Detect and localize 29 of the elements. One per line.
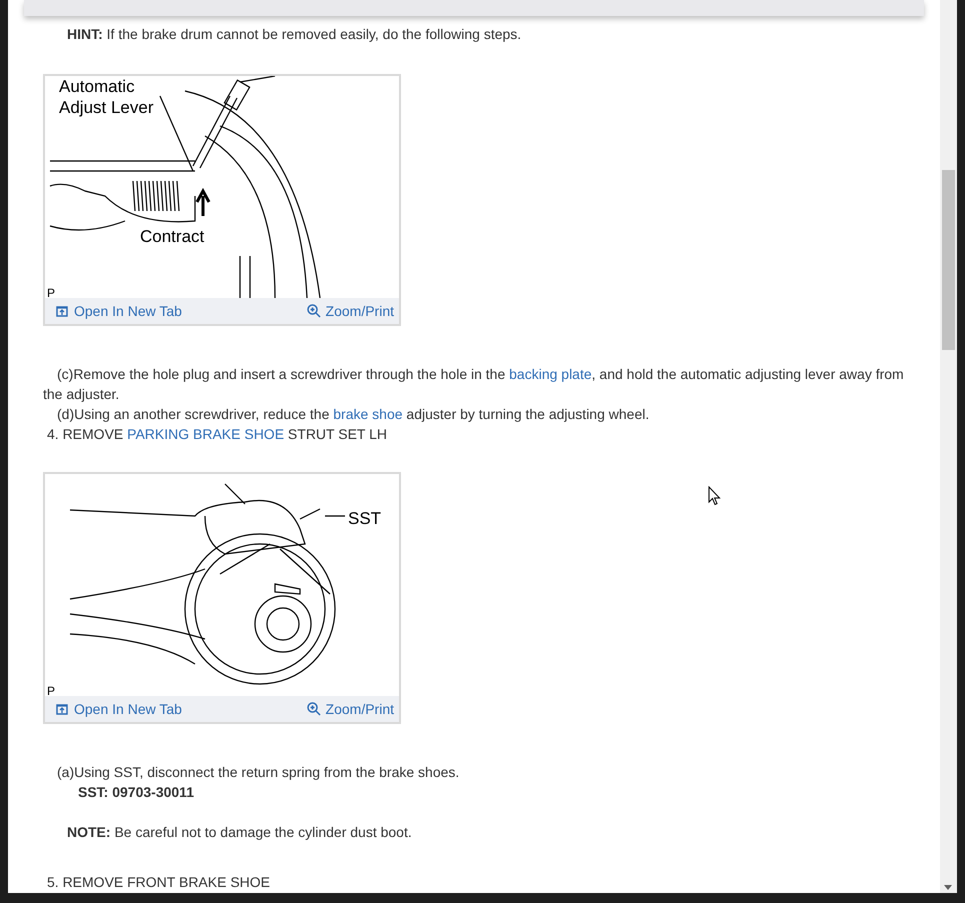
zoom-print-link[interactable]: Zoom/Print: [306, 698, 394, 720]
diagram-label: P: [47, 684, 56, 696]
tool-number: SST: 09703-30011: [77, 783, 195, 802]
step-text: (d)Using an another screwdriver, reduce the brake shoe adjuster by turning the adjusting wheel.: [56, 405, 650, 424]
scroll-down-arrow-icon[interactable]: [944, 885, 952, 890]
text-link[interactable]: brake shoe: [333, 406, 403, 422]
open-new-tab-link[interactable]: Open In New Tab: [55, 300, 182, 322]
scrollbar[interactable]: [940, 0, 957, 893]
zoom-in-icon: [306, 304, 321, 318]
mouse-pointer-icon: [708, 486, 721, 506]
zoom-in-icon: [306, 702, 321, 716]
note-text: NOTE: Be careful not to damage the cylinder dust boot.: [66, 823, 413, 842]
new-tab-icon: [55, 304, 69, 318]
scrollbar-thumb[interactable]: [942, 170, 955, 350]
open-new-tab-link[interactable]: Open In New Tab: [55, 698, 182, 720]
zoom-print-link[interactable]: Zoom/Print: [306, 300, 394, 322]
note-text: HINT: If the brake drum cannot be removed easily, do the following steps.: [66, 25, 522, 44]
step-text: (a)Using SST, disconnect the return spring from the brake shoes.: [56, 763, 460, 782]
heading-text: 5. REMOVE FRONT BRAKE SHOE: [46, 873, 272, 892]
text-link[interactable]: backing plate: [509, 366, 592, 382]
diagram-label: Contract: [140, 227, 204, 246]
diagram-label: Automatic: [59, 77, 135, 96]
heading-text: 4. REMOVE PARKING BRAKE SHOE STRUT SET LH: [46, 425, 388, 444]
diagram-label: P: [47, 286, 56, 298]
diagram-label: Adjust Lever: [59, 98, 154, 117]
diagram-label: SST: [348, 509, 382, 528]
new-tab-icon: [55, 702, 69, 716]
step-text: (c)Remove the hole plug and insert a screwdriver through the hole in the backing plate, and hold the automatic adjusting lever away from the adjuster.: [43, 365, 905, 404]
text-link[interactable]: PARKING BRAKE SHOE: [127, 426, 284, 442]
